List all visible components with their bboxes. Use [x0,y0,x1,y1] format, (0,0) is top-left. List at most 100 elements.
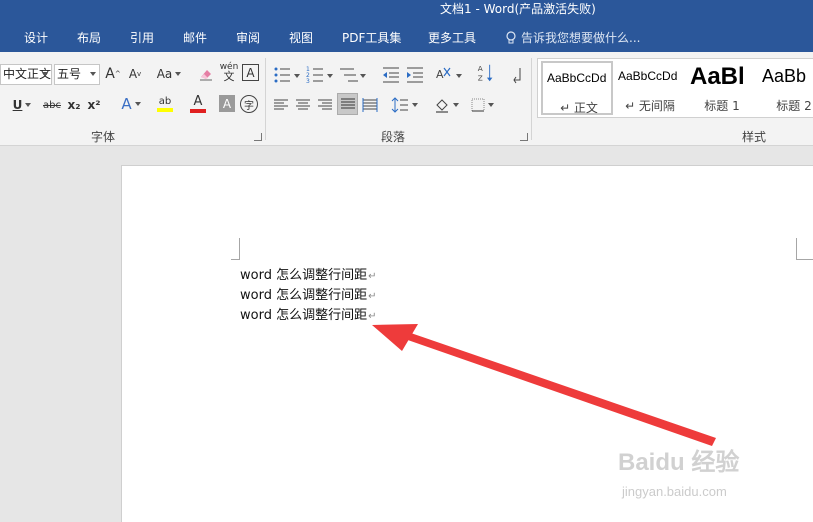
increase-indent-button[interactable] [404,64,426,86]
highlighter-icon: ab [158,96,172,107]
justify-button[interactable] [337,93,358,115]
style-sample: AaBl [690,63,745,90]
group-divider [265,58,266,140]
show-marks-button[interactable] [508,64,526,86]
style-name: ↵ 无间隔 [625,99,675,113]
shrink-font-button[interactable]: Av [125,63,145,85]
chevron-down-icon [411,103,418,107]
decrease-indent-icon [383,67,399,83]
line-text: word 怎么调整行间距 [240,268,368,283]
superscript-button[interactable]: x² [86,94,102,116]
style-sample: AaBb [762,66,807,86]
tell-me-box[interactable]: 告诉我您想要做什么... [505,26,640,50]
tab-review[interactable]: 审阅 [236,26,260,50]
underline-icon: U [12,98,23,112]
line-spacing-button[interactable] [389,94,419,116]
line-text: word 怎么调整行间距 [240,288,368,303]
style-name: 标题 1 [704,99,740,113]
style-sample: AaBbCcDd [547,71,607,85]
sort-button[interactable]: A Z [476,62,496,84]
tab-view[interactable]: 视图 [289,26,313,50]
bullet-list-icon [274,67,290,83]
style-normal[interactable]: AaBbCcDd ↵ 正文 [541,61,613,115]
align-right-button[interactable] [316,94,334,116]
highlight-swatch [157,108,173,112]
asian-layout-button[interactable]: A [434,64,464,86]
multilevel-list-button[interactable] [338,64,368,86]
enclose-characters-button[interactable]: 字 [240,95,258,113]
enclose-characters-icon: 字 [244,100,254,112]
justify-icon [340,98,355,109]
word-window: 文档1 - Word(产品激活失败) 设计 布局 引用 邮件 审阅 视图 PDF… [0,0,813,522]
paragraph-mark-icon [513,68,521,84]
paragraph-mark-icon: ↵ [368,271,377,282]
document-page[interactable]: word 怎么调整行间距↵ word 怎么调整行间距↵ word 怎么调整行间距… [121,165,813,522]
document-line[interactable]: word 怎么调整行间距↵ [240,304,376,323]
line-text: word 怎么调整行间距 [240,308,368,323]
character-shading-button[interactable]: A [219,95,235,112]
numbering-button[interactable]: 1 2 3 [305,64,335,86]
grow-font-button[interactable]: A ^ [103,63,123,85]
character-border-button[interactable]: A [242,64,259,81]
clear-formatting-button[interactable] [196,63,216,85]
tab-more-tools[interactable]: 更多工具 [428,26,476,50]
style-no-spacing[interactable]: AaBbCcDd ↵ 无间隔 [614,61,686,115]
document-line[interactable]: word 怎么调整行间距↵ [240,264,376,283]
font-size-combo[interactable]: 五号 [54,64,100,85]
ribbon: 中文正文 五号 A ^ Av Aa wén 文 A U abc x₂ x² A … [0,52,813,146]
chevron-down-icon [25,103,32,107]
style-heading-1[interactable]: AaBl 标题 1 [686,61,758,115]
style-heading-2[interactable]: AaBb 标题 2 [758,61,813,115]
margin-corner-right [796,238,813,260]
chevron-down-icon [487,103,494,107]
tab-references[interactable]: 引用 [130,26,154,50]
svg-text:Z: Z [478,73,483,82]
font-dialog-launcher-icon[interactable] [254,133,262,141]
document-line[interactable]: word 怎么调整行间距↵ [240,284,376,303]
tab-pdf-tools[interactable]: PDF工具集 [342,26,401,50]
tab-layout[interactable]: 布局 [77,26,101,50]
style-sample: AaBbCcDd [618,69,678,83]
font-color-button[interactable]: A [183,93,213,115]
highlight-button[interactable]: ab [150,93,180,115]
styles-gallery: AaBbCcDd ↵ 正文 AaBbCcDd ↵ 无间隔 AaBl 标题 1 A… [537,58,813,118]
title-bar: 文档1 - Word(产品激活失败) 设计 布局 引用 邮件 审阅 视图 PDF… [0,0,813,52]
distributed-button[interactable] [361,94,379,116]
subscript-button[interactable]: x₂ [66,94,82,116]
bullets-button[interactable] [272,64,302,86]
font-group-label: 字体 [91,130,116,144]
distributed-icon [362,98,378,112]
paint-bucket-icon [435,99,448,113]
font-name-combo[interactable]: 中文正文 [0,64,52,85]
tab-design[interactable]: 设计 [24,26,48,50]
margin-corner-left [231,238,240,260]
subscript-icon: x₂ [67,98,81,112]
font-color-swatch [190,109,206,113]
chevron-down-icon [134,102,141,106]
svg-text:A: A [436,68,444,81]
styles-group-label: 样式 [742,130,767,144]
increase-indent-icon [407,67,423,83]
document-area: word 怎么调整行间距↵ word 怎么调整行间距↵ word 怎么调整行间距… [0,147,813,522]
change-case-icon: Aa [156,67,173,81]
borders-button[interactable] [467,94,497,116]
strikethrough-button[interactable]: abc [40,94,64,116]
align-right-icon [318,99,332,110]
sort-icon: A Z [478,64,493,82]
text-effects-button[interactable]: A [116,93,146,115]
text-effects-icon: A [121,95,132,113]
align-center-button[interactable] [294,94,312,116]
decrease-indent-button[interactable] [380,64,402,86]
line-spacing-icon [391,97,408,113]
shading-button[interactable] [431,94,461,116]
align-center-icon [296,99,310,110]
change-case-button[interactable]: Aa [152,63,186,85]
style-name: 标题 2 [776,99,812,113]
underline-button[interactable]: U [8,94,36,116]
svg-text:3: 3 [306,78,310,85]
paragraph-dialog-launcher-icon[interactable] [520,133,528,141]
align-left-button[interactable] [272,94,290,116]
phonetic-guide-button[interactable]: wén 文 [218,61,240,83]
svg-text:A: A [478,64,483,73]
tab-mailings[interactable]: 邮件 [183,26,207,50]
